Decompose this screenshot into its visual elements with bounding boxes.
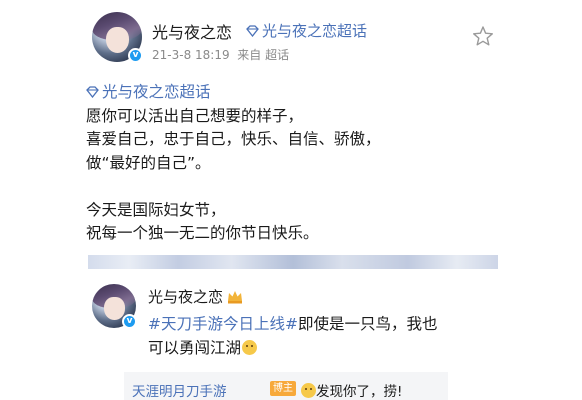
- screenshot-stage: v 光与夜之恋 光与夜之恋超话 21-3-8 18:19 来自 超话 光与夜之恋…: [0, 0, 582, 400]
- body-line: 愿你可以活出自己想要的样子，: [86, 106, 304, 125]
- verified-badge-icon: v: [128, 48, 143, 63]
- author-name[interactable]: 光与夜之恋: [152, 19, 232, 43]
- post-body: 光与夜之恋超话 愿你可以活出自己想要的样子， 喜爱自己，忠于自己，快乐、自信、骄…: [86, 81, 381, 246]
- comment-body: #天刀手游今日上线#即使是一只鸟，我也 可以勇闯江湖: [148, 312, 438, 360]
- verified-badge-icon: v: [122, 314, 137, 329]
- reply-text: 发现你了，捞!: [300, 380, 402, 400]
- body-line: 做“最好的自己”。: [86, 153, 211, 172]
- smile-emoji-icon: [301, 383, 316, 398]
- chaohua-tag-label: 光与夜之恋超话: [262, 22, 368, 40]
- comment-text: 可以勇闯江湖: [148, 339, 242, 357]
- body-chaohua-link[interactable]: 光与夜之恋超话: [86, 81, 381, 105]
- reply-preview[interactable]: 天涯明月刀手游 博主 发现你了，捞!: [124, 372, 448, 400]
- comment-author-name[interactable]: 光与夜之恋: [148, 286, 243, 307]
- smile-emoji-icon: [242, 340, 258, 355]
- post-source: 来自 超话: [237, 48, 290, 62]
- diamond-icon: [86, 86, 99, 98]
- post-image-strip[interactable]: [88, 255, 498, 269]
- body-chaohua-label: 光与夜之恋超话: [102, 83, 211, 101]
- diamond-icon: [246, 25, 259, 37]
- comment-text: 即使是一只鸟，我也: [297, 315, 438, 333]
- reply-author[interactable]: 天涯明月刀手游: [132, 380, 227, 400]
- body-line: 今天是国际妇女节，: [86, 200, 226, 219]
- star-outline-icon[interactable]: [472, 25, 494, 47]
- body-line: 喜爱自己，忠于自己，快乐、自信、骄傲，: [86, 130, 381, 148]
- post-meta: 21-3-8 18:19 来自 超话: [152, 46, 289, 63]
- chaohua-link[interactable]: 光与夜之恋超话: [246, 20, 367, 41]
- crown-badge-icon: [228, 291, 243, 304]
- topic-link[interactable]: #天刀手游今日上线#: [148, 315, 298, 333]
- post-card: v 光与夜之恋 光与夜之恋超话 21-3-8 18:19 来自 超话 光与夜之恋…: [68, 0, 516, 252]
- post-timestamp: 21-3-8 18:19: [152, 48, 230, 62]
- blogger-badge: 博主: [270, 381, 296, 396]
- body-line: 祝每一个独一无二的你节日快乐。: [86, 224, 319, 242]
